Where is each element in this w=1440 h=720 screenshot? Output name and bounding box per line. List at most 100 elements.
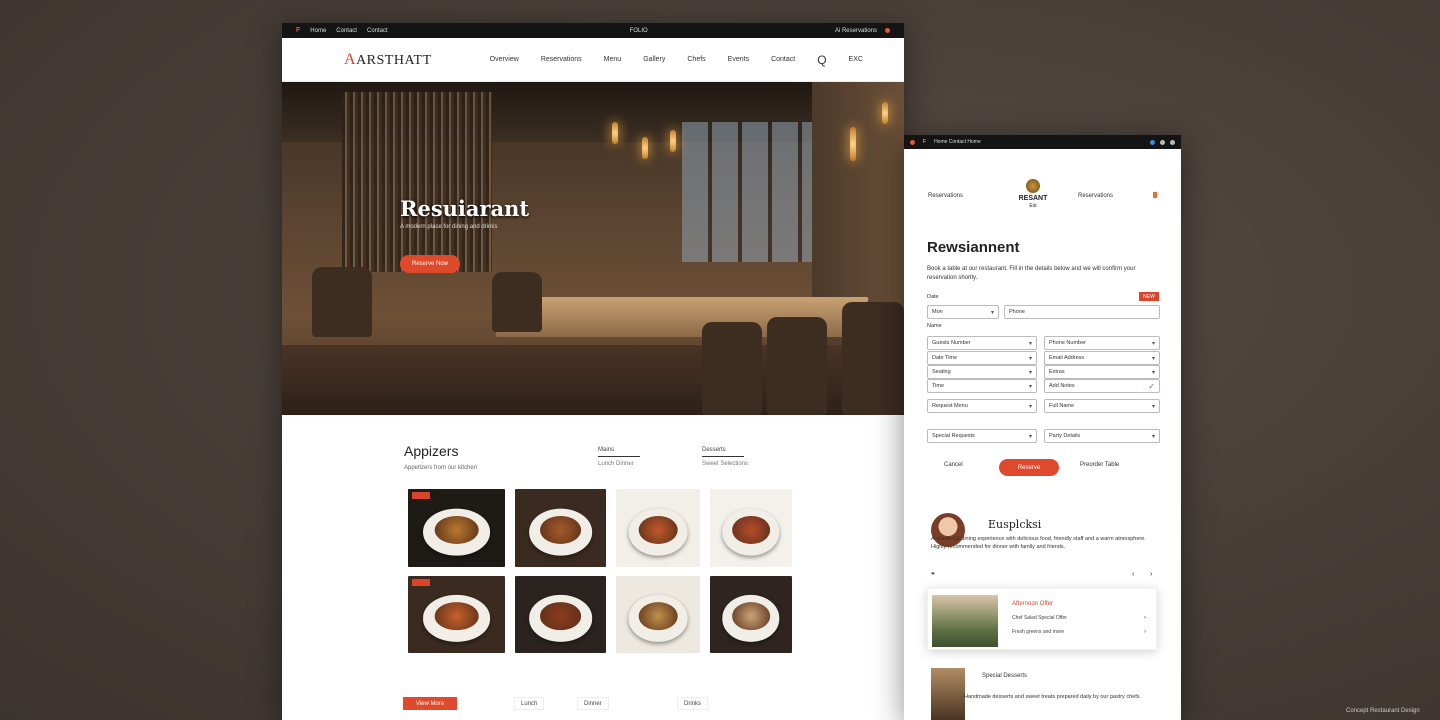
side-top-logo[interactable]: F xyxy=(923,139,926,145)
chevron-down-icon: ▾ xyxy=(990,309,994,316)
side-header-left-link[interactable]: Reservations xyxy=(928,193,963,199)
form-field-left[interactable]: Time ▾ xyxy=(927,379,1037,393)
category-tab-mains[interactable]: Mains xyxy=(598,447,640,457)
hero-subtitle: A modern place for dining and drinks xyxy=(400,224,498,230)
food-image xyxy=(732,602,770,630)
hero-banner: Resuiarant A modern place for dining and… xyxy=(282,82,904,415)
nav-extra[interactable]: EXC xyxy=(849,56,863,63)
menu-card[interactable]: Pasta Plate xyxy=(515,489,606,567)
menu-card[interactable]: Grilled Chicken Bowl xyxy=(408,489,505,567)
menu-card-caption: Grilled Chicken Bowl xyxy=(408,566,409,567)
form-field-right[interactable]: Extras ▾ xyxy=(1044,365,1160,379)
top-link-3[interactable]: Contact xyxy=(367,28,388,34)
hero-windows xyxy=(682,122,812,262)
next-arrow-icon[interactable]: › xyxy=(1150,571,1152,578)
nav-item-events[interactable]: Events xyxy=(728,56,749,63)
dessert-title: Special Desserts xyxy=(982,673,1028,679)
hero-chair xyxy=(767,317,827,415)
brand-logo[interactable]: AARSTHATT xyxy=(344,51,432,69)
form-field-left[interactable]: Special Requests ▾ xyxy=(927,429,1037,443)
form-field-left[interactable]: Request Menu ▾ xyxy=(927,399,1037,413)
menu-subtitle: Appetizers from our kitchen xyxy=(404,465,478,471)
food-image xyxy=(434,602,479,630)
card-tag xyxy=(412,579,430,586)
food-image xyxy=(539,602,582,630)
side-logo-icon[interactable] xyxy=(910,139,915,145)
chevron-down-icon: ▾ xyxy=(1028,433,1032,440)
phone-input[interactable]: Phone xyxy=(1004,305,1160,319)
main-nav: AARSTHATT Overview Reservations Menu Gal… xyxy=(282,38,904,82)
search-icon[interactable]: Q xyxy=(817,53,826,67)
user-icon[interactable] xyxy=(1170,139,1175,145)
submit-reservation-button[interactable]: Reserve xyxy=(999,459,1059,476)
hero-title: Resuiarant xyxy=(400,196,530,221)
hero-curtain xyxy=(342,92,492,272)
side-top-links[interactable]: Home Contact Home xyxy=(934,139,981,145)
chevron-down-icon: ▾ xyxy=(1028,383,1032,390)
nav-item-reservations[interactable]: Reservations xyxy=(541,56,582,63)
bottom-tab-dinner[interactable]: Dinner xyxy=(577,697,609,710)
dessert-text: Handmade desserts and sweet treats prepa… xyxy=(964,694,1142,700)
preorder-link[interactable]: Preorder Table xyxy=(1080,462,1119,468)
bottom-tab-lunch[interactable]: Lunch xyxy=(514,697,545,710)
form-section-label: Date xyxy=(927,294,939,300)
nav-item-overview[interactable]: Overview xyxy=(490,56,519,63)
dessert-thumbnail xyxy=(931,668,965,720)
menu-card[interactable]: Roast Chicken xyxy=(515,576,606,653)
notification-icon[interactable] xyxy=(885,28,890,33)
chevron-right-icon[interactable]: › xyxy=(1144,629,1146,635)
lamp-icon xyxy=(850,127,856,161)
logo-emblem-icon xyxy=(1026,179,1040,193)
chevron-down-icon: ▾ xyxy=(1151,433,1155,440)
cart-icon[interactable] xyxy=(1153,192,1157,198)
menu-icon[interactable] xyxy=(1160,139,1165,145)
top-right-label[interactable]: Ai Reservations xyxy=(835,28,877,34)
chevron-right-icon[interactable]: › xyxy=(1144,615,1146,621)
menu-card[interactable]: Veggie Salad xyxy=(616,489,700,567)
form-field-right[interactable]: Add Notes ✓ xyxy=(1044,379,1160,393)
menu-section: Appizers Appetizers from our kitchen Mai… xyxy=(282,415,904,471)
side-top-bar: F Home Contact Home xyxy=(904,135,1181,149)
top-logo[interactable]: F xyxy=(296,27,300,34)
bottom-tab-drinks[interactable]: Drinks xyxy=(677,697,709,710)
view-more-button[interactable]: View More xyxy=(403,697,457,710)
menu-grid: Grilled Chicken Bowl Pasta Plate Veggie Sa… xyxy=(408,489,792,653)
form-field-right[interactable]: Email Address ▾ xyxy=(1044,351,1160,365)
food-image xyxy=(539,515,582,544)
hero-chair xyxy=(842,302,904,415)
nav-item-gallery[interactable]: Gallery xyxy=(643,56,665,63)
top-link-1[interactable]: Home xyxy=(310,28,326,34)
form-field-left[interactable]: Seating ▾ xyxy=(927,365,1037,379)
menu-card[interactable]: Tomato Bites xyxy=(710,489,792,567)
side-brand-logo[interactable]: RESANT Est xyxy=(1008,179,1058,209)
lamp-icon xyxy=(882,102,888,124)
side-header-right-link[interactable]: Reservations xyxy=(1078,193,1113,199)
reserve-button[interactable]: Reserve Now xyxy=(400,255,460,273)
menu-card-caption: Tomato Bites xyxy=(710,566,711,567)
nav-item-chefs[interactable]: Chefs xyxy=(687,56,705,63)
form-field-right[interactable]: Phone Number ▾ xyxy=(1044,336,1160,350)
menu-card-caption: Spaghetti Special xyxy=(408,652,409,653)
chevron-down-icon: ▾ xyxy=(1028,355,1032,362)
form-badge: NEW xyxy=(1139,292,1159,301)
menu-card[interactable]: Chicken Risotto xyxy=(616,576,700,653)
promo-card[interactable]: Afternoon Offer Chef Salad Special Offer… xyxy=(927,588,1157,650)
promo-image xyxy=(932,595,998,647)
menu-card[interactable]: Mushroom Risotto xyxy=(710,576,792,653)
category-tab-desserts[interactable]: Desserts xyxy=(702,447,744,457)
menu-card[interactable]: Spaghetti Special xyxy=(408,576,505,653)
nav-item-contact[interactable]: Contact xyxy=(771,56,795,63)
chevron-down-icon: ▾ xyxy=(1151,340,1155,347)
nav-item-menu[interactable]: Menu xyxy=(604,56,622,63)
top-link-2[interactable]: Contact xyxy=(336,28,357,34)
cancel-link[interactable]: Cancel xyxy=(944,462,963,468)
form-field-right[interactable]: Party Details ▾ xyxy=(1044,429,1160,443)
form-field-left[interactable]: Date Time ▾ xyxy=(927,351,1037,365)
review-title: Eusplcksi xyxy=(988,518,1042,531)
date-select[interactable]: Mon ▾ xyxy=(927,305,999,319)
prev-arrow-icon[interactable]: ‹ xyxy=(1132,571,1134,578)
reservation-description: Book a table at our restaurant. Fill in … xyxy=(927,266,1136,281)
form-field-left[interactable]: Guests Number ▾ xyxy=(927,336,1037,350)
form-field-right[interactable]: Full Name ▾ xyxy=(1044,399,1160,413)
chat-icon[interactable] xyxy=(1150,139,1155,145)
